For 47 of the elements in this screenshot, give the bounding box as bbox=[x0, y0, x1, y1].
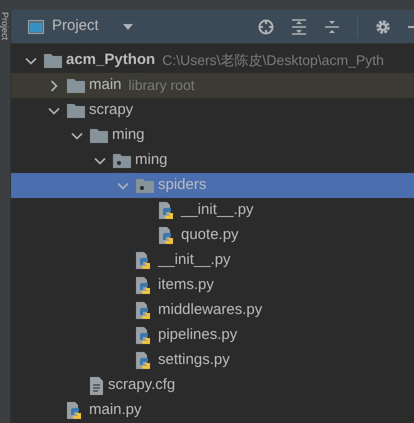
collapsed-chevron-icon[interactable] bbox=[48, 80, 60, 92]
tree-row[interactable]: items.py bbox=[11, 273, 414, 298]
tree-row[interactable]: scrapy bbox=[11, 98, 414, 123]
settings-icon[interactable] bbox=[375, 18, 391, 34]
tree-row[interactable]: settings.py bbox=[11, 348, 414, 373]
package-folder-icon bbox=[136, 178, 154, 193]
file-name: main bbox=[89, 75, 122, 96]
folder-icon bbox=[44, 53, 62, 68]
project-name: acm_Python bbox=[66, 50, 156, 70]
path-hint: C:\Users\老陈皮\Desktop\acm_Pyth bbox=[162, 51, 384, 70]
path-hint: library root bbox=[128, 76, 195, 95]
file-name: main.py bbox=[89, 400, 142, 420]
tree-row[interactable]: __init__.py bbox=[11, 198, 414, 223]
tree-row[interactable]: scrapy.cfg bbox=[11, 373, 414, 398]
file-name: scrapy.cfg bbox=[108, 375, 176, 396]
project-window-icon bbox=[28, 20, 44, 34]
tree-row[interactable]: quote.py bbox=[11, 223, 414, 248]
tree-row[interactable]: __init__.py bbox=[11, 248, 414, 273]
config-file-icon bbox=[90, 376, 104, 394]
file-name: __init__.py bbox=[181, 200, 254, 220]
panel-title: Project bbox=[52, 16, 99, 36]
tree-row[interactable]: acm_Python C:\Users\老陈皮\Desktop\acm_Pyth bbox=[11, 48, 414, 73]
caret-icon[interactable] bbox=[122, 24, 133, 30]
file-name: items.py bbox=[158, 275, 214, 296]
file-name: pipelines.py bbox=[158, 325, 238, 346]
folder-icon bbox=[67, 78, 85, 93]
folder-icon bbox=[90, 128, 108, 143]
folder-icon bbox=[67, 103, 85, 118]
file-name: spiders bbox=[158, 175, 206, 196]
tree-row[interactable]: ming bbox=[11, 123, 414, 148]
file-name: settings.py bbox=[158, 350, 230, 370]
tree-row[interactable]: middlewares.py bbox=[11, 298, 414, 323]
project-tab[interactable]: Project bbox=[0, 12, 10, 40]
tree-row[interactable]: main.py bbox=[11, 398, 414, 423]
tree-row[interactable]: pipelines.py bbox=[11, 323, 414, 348]
collapse-all-icon[interactable] bbox=[324, 18, 340, 34]
file-name: quote.py bbox=[181, 225, 239, 246]
package-folder-icon bbox=[113, 153, 131, 168]
file-name: __init__.py bbox=[158, 250, 231, 270]
file-name: scrapy bbox=[89, 100, 134, 120]
tree-row[interactable]: main library root bbox=[11, 73, 414, 98]
expand-all-icon[interactable] bbox=[291, 18, 307, 34]
file-name: ming bbox=[135, 150, 168, 170]
tree-row[interactable]: ming bbox=[11, 148, 414, 173]
file-name: ming bbox=[112, 125, 145, 146]
crosshair-icon[interactable] bbox=[258, 18, 274, 34]
file-name: middlewares.py bbox=[158, 300, 262, 320]
